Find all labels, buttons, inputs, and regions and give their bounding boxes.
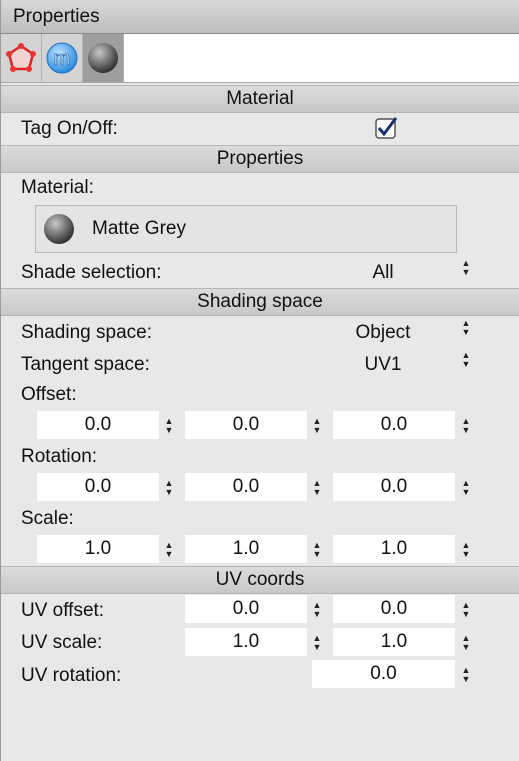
uv-rotation-row: UV rotation: 0.0 ▲ ▼ xyxy=(1,659,519,692)
shading-space-label: Shading space: xyxy=(21,321,152,343)
rotation-z-stepper[interactable]: ▲ ▼ xyxy=(461,479,471,497)
section-title-shading-space: Shading space xyxy=(197,291,323,312)
scale-fields-row: 1.0 ▲ ▼ 1.0 ▲ ▼ 1.0 ▲ ▼ xyxy=(1,534,519,566)
tangent-space-label: Tangent space: xyxy=(21,353,150,375)
offset-y-stepper[interactable]: ▲ ▼ xyxy=(312,417,322,435)
material-label-row: Material: xyxy=(1,173,519,203)
tangent-space-row: Tangent space: UV1 ▲ ▼ xyxy=(1,349,519,380)
polygon-tag-icon xyxy=(6,43,36,72)
sphere-icon xyxy=(88,43,118,73)
scale-y-stepper[interactable]: ▲ ▼ xyxy=(312,541,322,559)
tag-row: Tag On/Off: xyxy=(1,113,519,145)
tag-checkbox[interactable] xyxy=(375,117,397,139)
section-header-properties: Properties xyxy=(1,145,519,173)
offset-label-row: Offset: xyxy=(1,380,519,410)
uv-scale-label: UV scale: xyxy=(21,632,103,653)
material-m-icon: m xyxy=(46,42,78,74)
section-title-properties: Properties xyxy=(216,148,304,169)
tab-bar-empty xyxy=(124,34,519,82)
uv-offset-v-stepper[interactable]: ▲ ▼ xyxy=(461,601,471,619)
offset-x-input[interactable]: 0.0 xyxy=(37,411,159,439)
shading-space-value[interactable]: Object xyxy=(341,322,425,344)
rotation-y-stepper[interactable]: ▲ ▼ xyxy=(312,479,322,497)
uv-offset-u-input[interactable]: 0.0 xyxy=(185,595,307,623)
offset-z-input[interactable]: 0.0 xyxy=(333,411,455,439)
offset-fields-row: 0.0 ▲ ▼ 0.0 ▲ ▼ 0.0 ▲ ▼ xyxy=(1,410,519,442)
uv-scale-row: UV scale: 1.0 ▲ ▼ 1.0 ▲ ▼ xyxy=(1,627,519,659)
uv-rotation-stepper[interactable]: ▲ ▼ xyxy=(461,666,471,684)
uv-scale-v-input[interactable]: 1.0 xyxy=(333,628,455,656)
material-sphere-icon xyxy=(44,214,74,244)
shade-selection-stepper[interactable]: ▲ ▼ xyxy=(461,259,471,277)
scale-z-stepper[interactable]: ▲ ▼ xyxy=(461,541,471,559)
section-title-uv-coords: UV coords xyxy=(215,569,305,590)
material-drop-field[interactable]: Matte Grey xyxy=(35,205,457,253)
uv-offset-label: UV offset: xyxy=(21,599,105,621)
section-header-material: Material xyxy=(1,85,519,113)
offset-x-stepper[interactable]: ▲ ▼ xyxy=(164,417,174,435)
material-name: Matte Grey xyxy=(92,218,186,239)
tab-bar: m xyxy=(1,34,519,83)
uv-scale-v-stepper[interactable]: ▲ ▼ xyxy=(461,634,471,652)
shading-space-stepper[interactable]: ▲ ▼ xyxy=(461,319,471,337)
scale-label: Scale: xyxy=(21,508,74,529)
scale-label-row: Scale: xyxy=(1,504,519,534)
properties-panel: Properties m Material Tag On/Off: Proper… xyxy=(0,0,519,761)
section-header-shading-space: Shading space xyxy=(1,288,519,316)
rotation-fields-row: 0.0 ▲ ▼ 0.0 ▲ ▼ 0.0 ▲ ▼ xyxy=(1,472,519,504)
scale-z-input[interactable]: 1.0 xyxy=(333,535,455,563)
uv-offset-u-stepper[interactable]: ▲ ▼ xyxy=(312,601,322,619)
shading-space-row: Shading space: Object ▲ ▼ xyxy=(1,316,519,349)
uv-scale-u-input[interactable]: 1.0 xyxy=(185,628,307,656)
tab-shader[interactable] xyxy=(83,34,124,82)
tangent-space-value[interactable]: UV1 xyxy=(341,354,425,376)
shade-selection-label: Shade selection: xyxy=(21,261,162,283)
tab-material[interactable]: m xyxy=(42,34,83,82)
offset-label: Offset: xyxy=(21,384,77,405)
offset-y-input[interactable]: 0.0 xyxy=(185,411,307,439)
panel-title: Properties xyxy=(13,5,100,27)
uv-scale-u-stepper[interactable]: ▲ ▼ xyxy=(312,634,322,652)
rotation-z-input[interactable]: 0.0 xyxy=(333,473,455,501)
uv-offset-row: UV offset: 0.0 ▲ ▼ 0.0 ▲ ▼ xyxy=(1,594,519,627)
shade-selection-row: Shade selection: All ▲ ▼ xyxy=(1,257,519,288)
panel-title-bar: Properties xyxy=(1,0,519,34)
rotation-label-row: Rotation: xyxy=(1,442,519,472)
rotation-label: Rotation: xyxy=(21,446,98,467)
tangent-space-stepper[interactable]: ▲ ▼ xyxy=(461,351,471,369)
rotation-x-stepper[interactable]: ▲ ▼ xyxy=(164,479,174,497)
material-label: Material: xyxy=(21,177,94,198)
rotation-y-input[interactable]: 0.0 xyxy=(185,473,307,501)
shade-selection-value[interactable]: All xyxy=(351,262,415,284)
uv-rotation-input[interactable]: 0.0 xyxy=(312,660,455,688)
uv-offset-v-input[interactable]: 0.0 xyxy=(333,595,455,623)
uv-rotation-label: UV rotation: xyxy=(21,664,122,686)
offset-z-stepper[interactable]: ▲ ▼ xyxy=(461,417,471,435)
scale-y-input[interactable]: 1.0 xyxy=(185,535,307,563)
svg-text:m: m xyxy=(54,48,71,70)
scale-x-stepper[interactable]: ▲ ▼ xyxy=(164,541,174,559)
material-row: Matte Grey xyxy=(1,203,519,257)
scale-x-input[interactable]: 1.0 xyxy=(37,535,159,563)
section-title-material: Material xyxy=(226,88,294,109)
tab-polygon-tag[interactable] xyxy=(1,34,42,82)
section-header-uv-coords: UV coords xyxy=(1,566,519,594)
tag-label: Tag On/Off: xyxy=(21,118,118,139)
rotation-x-input[interactable]: 0.0 xyxy=(37,473,159,501)
